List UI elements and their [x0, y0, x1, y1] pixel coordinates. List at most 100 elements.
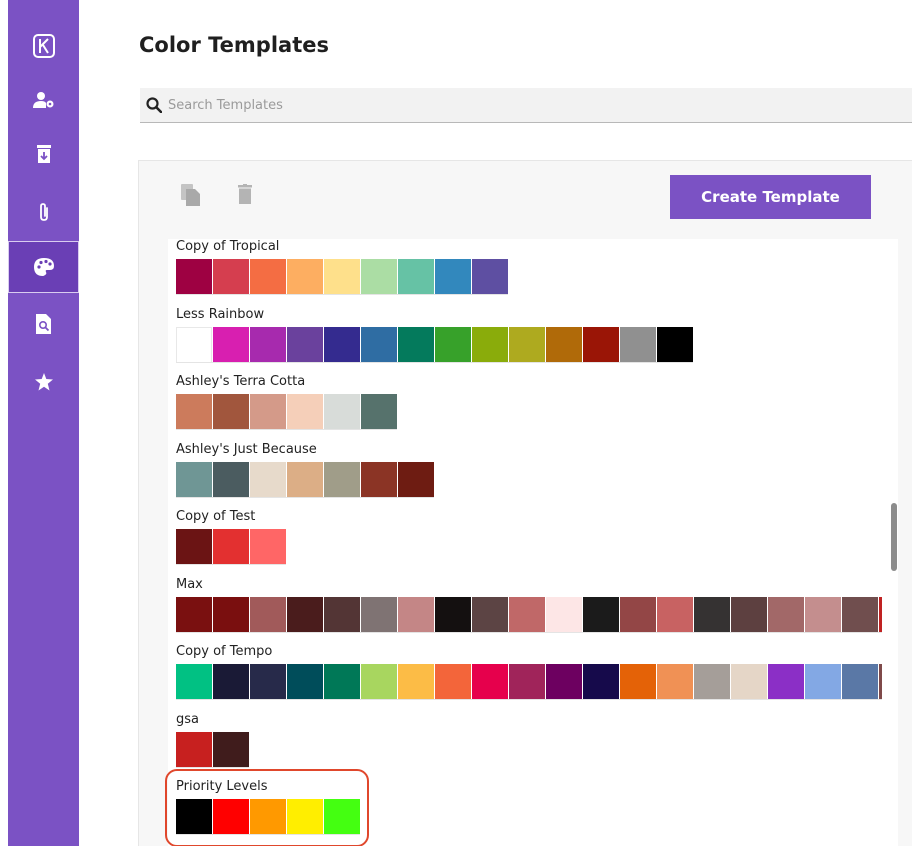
archive-icon	[36, 145, 51, 163]
color-swatch	[546, 327, 582, 362]
sidebar-item-document-search[interactable]	[8, 298, 79, 350]
color-swatch	[583, 597, 619, 632]
color-swatch	[213, 732, 249, 767]
template-name: gsa	[176, 712, 199, 727]
sidebar-item-attachments[interactable]	[8, 186, 79, 238]
template-item[interactable]: Max	[168, 577, 898, 637]
color-swatch	[176, 394, 212, 429]
color-swatch	[176, 529, 212, 564]
color-swatch	[250, 529, 286, 564]
color-swatch	[620, 327, 656, 362]
template-item[interactable]: Copy of Test	[168, 509, 898, 569]
color-swatch	[546, 597, 582, 632]
create-template-button[interactable]: Create Template	[670, 175, 871, 219]
color-swatch	[250, 597, 286, 632]
color-swatch	[546, 664, 582, 699]
template-item[interactable]: gsa	[168, 712, 898, 772]
color-swatch	[213, 529, 249, 564]
sidebar-item-favorites[interactable]	[8, 356, 79, 408]
highlight-annotation	[165, 769, 369, 846]
color-swatch	[287, 327, 323, 362]
app-logo[interactable]	[8, 20, 79, 72]
color-swatch	[842, 664, 878, 699]
color-swatch	[176, 732, 212, 767]
main-content: Color Templates Create Template Copy of …	[79, 0, 912, 846]
template-item[interactable]: Ashley's Terra Cotta	[168, 374, 898, 434]
color-swatch-row	[176, 597, 882, 633]
template-item[interactable]: Ashley's Just Because	[168, 442, 898, 502]
color-swatch	[657, 597, 693, 632]
color-swatch	[435, 597, 471, 632]
color-swatch	[657, 664, 693, 699]
color-swatch	[509, 664, 545, 699]
color-swatch-row	[176, 394, 397, 430]
color-swatch	[731, 597, 767, 632]
color-swatch	[176, 664, 212, 699]
color-swatch	[361, 597, 397, 632]
copy-icon[interactable]	[181, 184, 201, 206]
sidebar-item-archive[interactable]	[8, 128, 79, 180]
color-swatch	[620, 597, 656, 632]
color-swatch	[398, 462, 434, 497]
template-list: Copy of Tropical Less Rainbow Ashley's Ter…	[168, 239, 898, 846]
color-swatch	[879, 664, 882, 699]
palette-icon	[33, 258, 54, 276]
color-swatch	[472, 664, 508, 699]
file-search-icon	[35, 314, 51, 334]
sidebar-item-color-templates[interactable]	[8, 241, 79, 293]
color-swatch-row	[176, 259, 508, 295]
color-swatch	[472, 259, 508, 294]
color-swatch	[361, 462, 397, 497]
color-swatch	[731, 664, 767, 699]
color-swatch	[879, 597, 882, 632]
color-swatch	[361, 664, 397, 699]
trash-icon[interactable]	[238, 184, 252, 204]
color-swatch	[250, 394, 286, 429]
color-swatch	[768, 664, 804, 699]
color-swatch	[657, 327, 693, 362]
template-name: Ashley's Just Because	[176, 442, 317, 457]
color-swatch	[361, 394, 397, 429]
template-item[interactable]: Copy of Tempo	[168, 644, 898, 704]
color-swatch	[435, 664, 471, 699]
color-swatch	[583, 664, 619, 699]
color-swatch	[805, 664, 841, 699]
color-swatch	[250, 259, 286, 294]
color-swatch	[324, 597, 360, 632]
paperclip-icon	[39, 203, 48, 221]
color-swatch	[250, 462, 286, 497]
color-swatch	[213, 462, 249, 497]
search-input[interactable]	[168, 97, 768, 113]
star-icon	[34, 373, 53, 391]
template-name: Max	[176, 577, 203, 592]
color-swatch	[213, 597, 249, 632]
color-swatch	[805, 597, 841, 632]
color-swatch	[176, 597, 212, 632]
color-swatch	[176, 462, 212, 497]
color-swatch	[213, 394, 249, 429]
template-name: Ashley's Terra Cotta	[176, 374, 306, 389]
color-swatch	[509, 327, 545, 362]
color-swatch	[398, 327, 434, 362]
color-swatch-row	[176, 327, 693, 363]
template-item[interactable]: Copy of Tropical	[168, 239, 898, 299]
page-title: Color Templates	[139, 33, 329, 57]
color-swatch	[842, 597, 878, 632]
color-swatch	[324, 664, 360, 699]
color-swatch	[213, 664, 249, 699]
color-swatch	[250, 327, 286, 362]
scrollbar-thumb[interactable]	[891, 503, 897, 571]
color-swatch	[176, 327, 212, 362]
color-swatch	[324, 394, 360, 429]
color-swatch-row	[176, 664, 882, 700]
color-swatch	[361, 327, 397, 362]
color-swatch	[509, 597, 545, 632]
template-name: Less Rainbow	[176, 307, 265, 322]
color-swatch	[287, 259, 323, 294]
color-swatch	[435, 259, 471, 294]
color-swatch	[287, 394, 323, 429]
template-name: Copy of Tempo	[176, 644, 273, 659]
sidebar-item-user-settings[interactable]	[8, 74, 79, 126]
color-swatch	[398, 664, 434, 699]
template-item[interactable]: Less Rainbow	[168, 307, 898, 367]
